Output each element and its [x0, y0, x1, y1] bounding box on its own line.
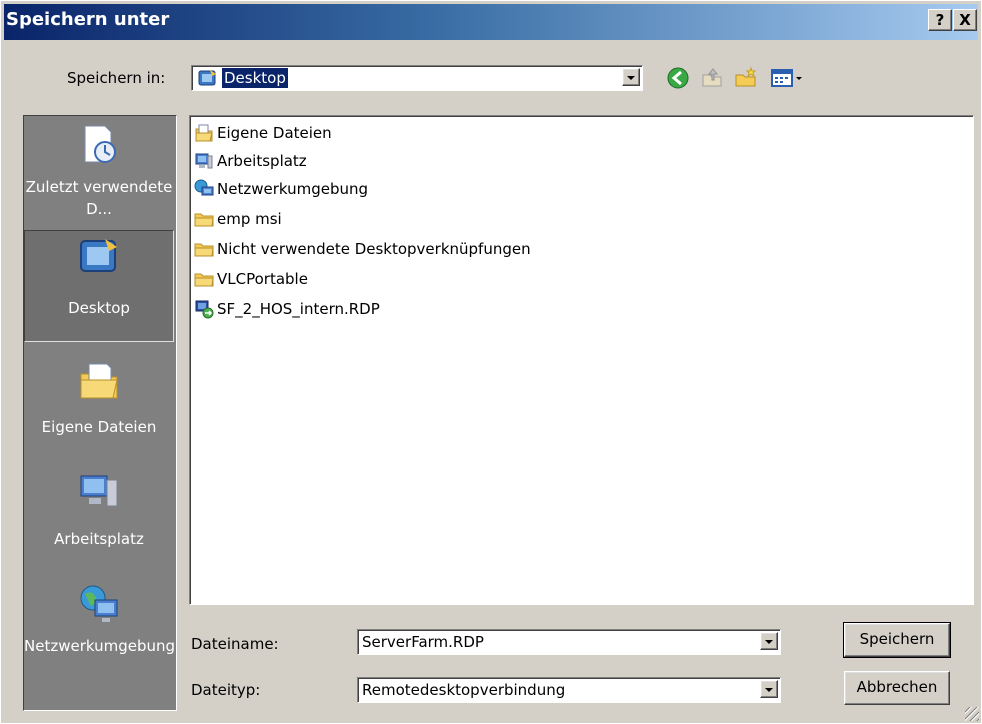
network-icon [77, 582, 121, 626]
save-in-value: Desktop [221, 67, 289, 89]
desktop-icon [198, 68, 218, 88]
up-folder-icon[interactable] [699, 65, 725, 91]
folder-icon [194, 209, 214, 229]
file-name: VLCPortable [217, 270, 308, 288]
save-in-dropdown-button[interactable] [622, 68, 640, 86]
place-my-computer[interactable]: Arbeitsplatz [24, 460, 174, 570]
place-desktop[interactable]: Desktop [24, 230, 174, 342]
my-computer-icon [194, 151, 214, 171]
help-button[interactable]: ? [928, 9, 952, 31]
dialog-title: Speichern unter [6, 9, 170, 30]
rdp-file-icon [194, 299, 214, 319]
my-documents-icon [77, 358, 121, 402]
file-name: emp msi [217, 210, 282, 228]
filename-label: Dateiname: [191, 635, 279, 653]
places-bar: Zuletzt verwendete D... Desktop Eigene D… [23, 115, 177, 711]
list-item[interactable]: Eigene Dateien [194, 120, 332, 146]
list-item[interactable]: SF_2_HOS_intern.RDP [194, 296, 380, 322]
place-network[interactable]: Netzwerkumgebung [24, 572, 176, 692]
place-recent[interactable]: Zuletzt verwendete D... [24, 116, 174, 230]
place-my-documents[interactable]: Eigene Dateien [24, 346, 174, 454]
desktop-icon [77, 235, 121, 279]
filetype-value: Remotedesktopverbindung [362, 681, 566, 699]
recent-documents-icon [77, 122, 121, 166]
list-item[interactable]: emp msi [194, 206, 282, 232]
filetype-dropdown-button[interactable] [760, 680, 778, 698]
list-item[interactable]: Netzwerkumgebung [194, 176, 368, 202]
filetype-label: Dateityp: [191, 681, 261, 699]
place-label: Arbeitsplatz [54, 530, 144, 548]
file-name: Arbeitsplatz [217, 152, 307, 170]
file-name: Nicht verwendete Desktopverknüpfungen [217, 240, 531, 258]
save-in-label: Speichern in: [67, 69, 166, 87]
resize-grip[interactable] [965, 707, 979, 721]
list-item[interactable]: Nicht verwendete Desktopverknüpfungen [194, 236, 531, 262]
place-label: Zuletzt verwendete D... [25, 178, 173, 218]
save-as-dialog: Speichern unter ? X Speichern in: Deskto… [0, 0, 982, 724]
view-menu-icon[interactable] [769, 65, 809, 91]
save-button[interactable]: Speichern [843, 622, 951, 658]
filetype-dropdown[interactable]: Remotedesktopverbindung [357, 677, 781, 703]
network-icon [194, 179, 214, 199]
place-label: Eigene Dateien [41, 418, 157, 436]
folder-icon [194, 269, 214, 289]
file-list[interactable]: Eigene Dateien Arbeitsplatz Netzwerkumge… [189, 115, 974, 605]
filename-input[interactable]: ServerFarm.RDP [357, 629, 781, 655]
filename-dropdown-button[interactable] [760, 632, 778, 650]
save-in-dropdown[interactable]: Desktop [191, 65, 643, 91]
my-documents-icon [194, 123, 214, 143]
list-item[interactable]: VLCPortable [194, 266, 308, 292]
my-computer-icon [77, 470, 121, 514]
file-name: SF_2_HOS_intern.RDP [217, 300, 380, 318]
filename-value: ServerFarm.RDP [362, 633, 484, 651]
file-name: Netzwerkumgebung [217, 180, 369, 198]
place-label: Netzwerkumgebung [24, 637, 176, 655]
close-button[interactable]: X [953, 9, 977, 31]
folder-icon [194, 239, 214, 259]
place-label: Desktop [68, 299, 130, 317]
back-icon[interactable] [665, 65, 691, 91]
new-folder-icon[interactable] [733, 65, 759, 91]
list-item[interactable]: Arbeitsplatz [194, 148, 307, 174]
cancel-button[interactable]: Abbrechen [844, 671, 950, 705]
file-name: Eigene Dateien [217, 124, 332, 142]
title-bar[interactable]: Speichern unter ? X [4, 4, 978, 40]
